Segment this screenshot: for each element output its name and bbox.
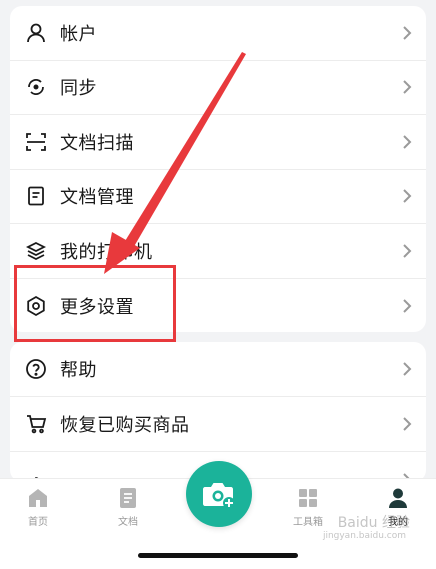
cart-icon: [24, 412, 48, 436]
menu-item-help[interactable]: 帮助: [10, 342, 426, 397]
gear-icon: [24, 294, 48, 318]
menu-item-printer[interactable]: 我的打印机: [10, 224, 426, 279]
tab-label: 工具箱: [293, 517, 323, 528]
camera-icon: [203, 483, 235, 509]
tab-label: 首页: [28, 517, 48, 528]
menu-item-label: 文档扫描: [60, 132, 134, 154]
menu-item-label: 恢复已购买商品: [60, 415, 190, 436]
tab-label: 文档: [118, 517, 138, 528]
watermark: Baidu 经验: [337, 515, 410, 531]
chevron-right-icon: [403, 299, 412, 313]
chevron-right-icon: [403, 135, 412, 149]
menu-item-scan[interactable]: 文档扫描: [10, 115, 426, 170]
menu-item-label: 更多设置: [60, 296, 134, 318]
watermark-url: jingyan.baidu.com: [322, 531, 406, 541]
menu-item-label: 帐户: [60, 23, 97, 45]
camera-button[interactable]: [186, 461, 252, 527]
menu-item-label: 文档管理: [60, 187, 134, 209]
help-icon: [24, 357, 48, 381]
menu-item-label: 我的打印机: [60, 241, 153, 263]
tab-tools[interactable]: 工具箱: [278, 487, 338, 528]
chevron-right-icon: [403, 362, 412, 376]
chevron-right-icon: [403, 189, 412, 203]
tab-docs[interactable]: 文档: [98, 487, 158, 528]
menu-item-doc-manage[interactable]: 文档管理: [10, 170, 426, 224]
person-icon: [389, 488, 407, 508]
grid-icon: [299, 489, 317, 507]
tab-home[interactable]: 首页: [8, 487, 68, 528]
chevron-right-icon: [403, 26, 412, 40]
menu-item-restore-purchases[interactable]: 恢复已购买商品: [10, 397, 426, 452]
home-indicator: [138, 553, 298, 558]
home-icon: [29, 489, 47, 507]
chevron-right-icon: [403, 244, 412, 258]
sync-icon: [24, 75, 48, 99]
menu-item-label: 同步: [60, 78, 97, 100]
scan-icon: [24, 130, 48, 154]
menu-item-more-settings[interactable]: 更多设置: [10, 279, 426, 333]
chevron-right-icon: [403, 417, 412, 431]
menu-item-label: 帮助: [60, 360, 97, 381]
person-icon: [24, 21, 48, 45]
document-icon: [24, 184, 48, 208]
document-icon: [120, 488, 136, 508]
settings-card: 帐户 同步 文档扫描 文档管理 我的打印机 更多设置: [10, 6, 426, 332]
menu-item-account[interactable]: 帐户: [10, 6, 426, 61]
menu-item-sync[interactable]: 同步: [10, 61, 426, 115]
chevron-right-icon: [403, 80, 412, 94]
printer-layers-icon: [24, 239, 48, 263]
